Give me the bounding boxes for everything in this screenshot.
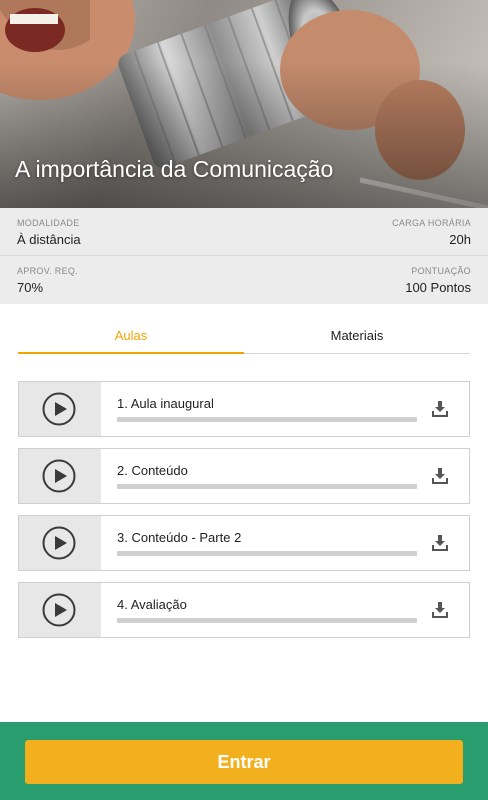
info-aprov-req: APROV. REQ. 70% (17, 265, 78, 297)
enter-button[interactable]: Entrar (25, 740, 463, 784)
info-label: APROV. REQ. (17, 266, 78, 276)
lesson-progress (117, 618, 417, 623)
lesson-title: 1. Aula inaugural (117, 396, 214, 411)
lesson-title: 2. Conteúdo (117, 463, 188, 478)
play-icon[interactable] (42, 459, 76, 493)
tab-bar: Aulas Materiais (18, 318, 470, 354)
info-value: 20h (449, 232, 471, 247)
tab-materiais[interactable]: Materiais (244, 318, 470, 354)
info-value: 100 Pontos (405, 280, 471, 295)
download-icon[interactable] (431, 534, 449, 552)
lesson-item[interactable]: 1. Aula inaugural (18, 381, 470, 437)
course-info: MODALIDADE À distância CARGA HORÁRIA 20h… (0, 208, 488, 304)
lesson-thumb (19, 382, 101, 436)
lesson-progress (117, 484, 417, 489)
info-label: CARGA HORÁRIA (392, 218, 471, 228)
play-icon[interactable] (42, 593, 76, 627)
download-icon[interactable] (431, 601, 449, 619)
lesson-thumb (19, 516, 101, 570)
course-title: A importância da Comunicação (15, 156, 334, 182)
lesson-title: 3. Conteúdo - Parte 2 (117, 530, 242, 545)
info-value: 70% (17, 280, 44, 295)
lesson-item[interactable]: 3. Conteúdo - Parte 2 (18, 515, 470, 571)
lesson-item[interactable]: 2. Conteúdo (18, 448, 470, 504)
info-modalidade: MODALIDADE À distância (17, 217, 81, 249)
info-row: APROV. REQ. 70% PONTUAÇÃO 100 Pontos (0, 256, 488, 304)
lesson-item[interactable]: 4. Avaliação (18, 582, 470, 638)
lesson-thumb (19, 583, 101, 637)
lesson-title: 4. Avaliação (117, 597, 187, 612)
info-label: MODALIDADE (17, 218, 80, 228)
info-value: À distância (17, 232, 81, 247)
download-icon[interactable] (431, 400, 449, 418)
lesson-progress (117, 417, 417, 422)
info-pontuacao: PONTUAÇÃO 100 Pontos (405, 265, 471, 297)
info-label: PONTUAÇÃO (411, 266, 471, 276)
footer-bar: Entrar (0, 722, 488, 800)
play-icon[interactable] (42, 392, 76, 426)
download-icon[interactable] (431, 467, 449, 485)
info-carga-horaria: CARGA HORÁRIA 20h (392, 217, 471, 249)
tab-aulas[interactable]: Aulas (18, 318, 244, 354)
lesson-progress (117, 551, 417, 556)
play-icon[interactable] (42, 526, 76, 560)
lesson-thumb (19, 449, 101, 503)
info-row: MODALIDADE À distância CARGA HORÁRIA 20h (0, 208, 488, 256)
course-hero: A importância da Comunicação (0, 0, 488, 208)
